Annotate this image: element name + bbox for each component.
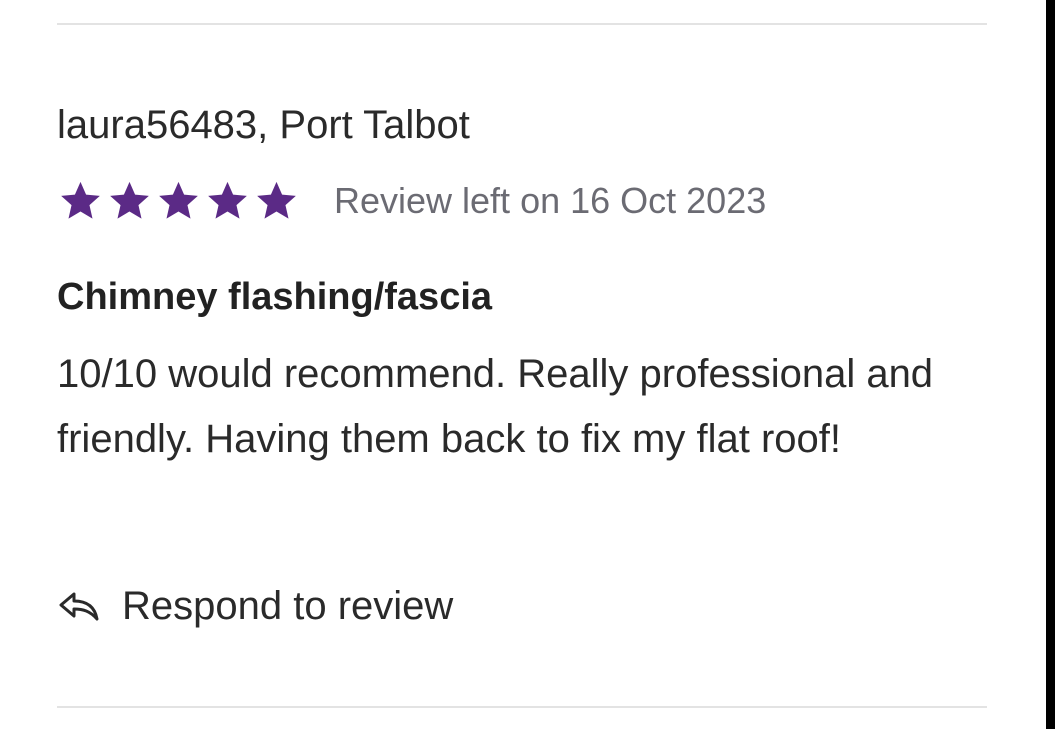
star-icon bbox=[208, 181, 247, 219]
respond-to-review-label: Respond to review bbox=[122, 583, 454, 628]
review-title: Chimney flashing/fascia bbox=[57, 276, 493, 318]
respond-to-review-button[interactable]: Respond to review bbox=[57, 578, 453, 634]
review-date: Review left on 16 Oct 2023 bbox=[334, 180, 767, 221]
rating-row: Review left on 16 Oct 2023 bbox=[57, 176, 766, 226]
reply-arrow-icon bbox=[59, 592, 99, 621]
review-body: 10/10 would recommend. Really profession… bbox=[57, 352, 934, 461]
reviewer-name-location: laura56483, Port Talbot bbox=[57, 103, 470, 147]
star-icon bbox=[61, 181, 100, 219]
star-icon bbox=[159, 181, 198, 219]
star-rating bbox=[57, 179, 300, 223]
star-icon bbox=[257, 181, 296, 219]
review-card: laura56483, Port Talbot Review left on 1… bbox=[0, 0, 1046, 729]
bottom-divider bbox=[57, 706, 987, 708]
star-icon bbox=[110, 181, 149, 219]
top-divider bbox=[57, 23, 987, 25]
